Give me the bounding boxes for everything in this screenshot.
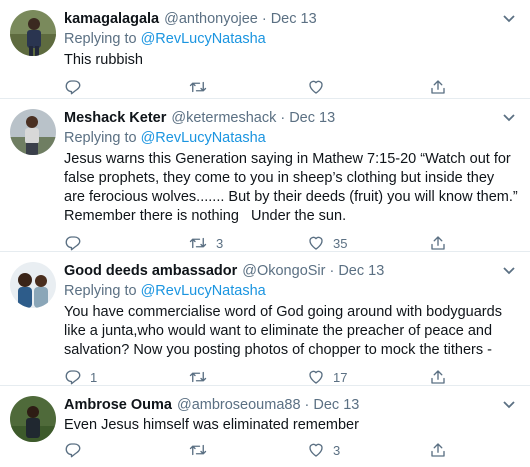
separator: · [280, 110, 286, 126]
heart-icon [307, 78, 325, 96]
share-icon [429, 441, 447, 459]
retweet-button[interactable] [188, 368, 216, 386]
mention-link[interactable]: @RevLucyNatasha [141, 283, 266, 299]
tweet-date[interactable]: Dec 13 [338, 262, 384, 280]
reply-icon [64, 441, 82, 459]
like-count: 17 [333, 369, 348, 385]
separator: · [329, 263, 335, 279]
retweet-count: 3 [216, 235, 224, 251]
tweet-text: Jesus warns this Generation saying in Ma… [64, 151, 522, 224]
retweet-button[interactable] [188, 78, 216, 96]
heart-icon [307, 234, 325, 252]
replying-label: Replying to [64, 130, 141, 146]
heart-icon [307, 441, 325, 459]
share-button[interactable] [429, 441, 447, 459]
display-name[interactable]: Good deeds ambassador [64, 262, 237, 280]
replying-label: Replying to [64, 31, 141, 47]
like-button[interactable] [307, 78, 333, 96]
tweet-date[interactable]: Dec 13 [313, 396, 359, 414]
retweet-icon [188, 78, 208, 96]
tweet-header: Ambrose Ouma @ambroseouma88 · Dec 13 [64, 396, 518, 414]
retweet-icon [188, 441, 208, 459]
separator: · [261, 11, 267, 27]
like-count: 35 [333, 235, 348, 251]
replying-label: Replying to [64, 283, 141, 299]
like-button[interactable]: 17 [307, 368, 347, 386]
display-name[interactable]: Ambrose Ouma [64, 396, 172, 414]
avatar-photo [10, 262, 56, 308]
retweet-button[interactable] [188, 441, 216, 459]
reply-button[interactable] [64, 234, 90, 252]
reply-button[interactable]: 1 [64, 368, 97, 386]
share-button[interactable] [429, 368, 447, 386]
user-handle[interactable]: @anthonyojee [164, 10, 258, 28]
avatar-photo [10, 396, 56, 442]
heart-icon [307, 368, 325, 386]
tweet-header: Meshack Keter @ketermeshack · Dec 13 [64, 109, 518, 127]
share-icon [429, 78, 447, 96]
user-handle[interactable]: @ambroseouma88 [177, 396, 301, 414]
tweet-date[interactable]: Dec 13 [271, 10, 317, 28]
reply-icon [64, 234, 82, 252]
mention-link[interactable]: @RevLucyNatasha [141, 31, 266, 47]
share-icon [429, 234, 447, 252]
chevron-down-icon[interactable] [500, 11, 518, 25]
avatar[interactable] [10, 10, 56, 56]
replying-to: Replying to @RevLucyNatasha [64, 30, 518, 49]
share-button[interactable] [429, 78, 447, 96]
tweet-date[interactable]: Dec 13 [289, 109, 335, 127]
retweet-icon [188, 368, 208, 386]
avatar[interactable] [10, 262, 56, 308]
reply-button[interactable] [64, 441, 90, 459]
tweet-1[interactable]: kamagalagala @anthonyojee · Dec 13 Reply… [0, 0, 530, 99]
replying-to: Replying to @RevLucyNatasha [64, 282, 518, 301]
tweet-text: Even Jesus himself was eliminated rememb… [64, 417, 359, 433]
avatar-photo [10, 109, 56, 155]
tweet-3[interactable]: Good deeds ambassador @OkongoSir · Dec 1… [0, 252, 530, 386]
avatar[interactable] [10, 396, 56, 442]
share-icon [429, 368, 447, 386]
tweet-text: This rubbish [64, 52, 143, 68]
like-button[interactable]: 35 [307, 234, 347, 252]
display-name[interactable]: Meshack Keter [64, 109, 166, 127]
replying-to: Replying to @RevLucyNatasha [64, 129, 518, 148]
tweet-header: kamagalagala @anthonyojee · Dec 13 [64, 10, 518, 28]
tweet-text: You have commercialise word of God going… [64, 304, 506, 358]
tweet-header: Good deeds ambassador @OkongoSir · Dec 1… [64, 262, 518, 280]
tweet-4[interactable]: Ambrose Ouma @ambroseouma88 · Dec 13 Eve… [0, 386, 530, 463]
separator: · [304, 397, 310, 413]
user-handle[interactable]: @ketermeshack [171, 109, 276, 127]
chevron-down-icon[interactable] [500, 263, 518, 277]
like-button[interactable]: 3 [307, 441, 340, 459]
reply-icon [64, 368, 82, 386]
avatar-photo [10, 10, 56, 56]
avatar[interactable] [10, 109, 56, 155]
chevron-down-icon[interactable] [500, 110, 518, 124]
chevron-down-icon[interactable] [500, 397, 518, 411]
reply-icon [64, 78, 82, 96]
share-button[interactable] [429, 234, 447, 252]
reply-count: 1 [90, 369, 98, 385]
tweet-2[interactable]: Meshack Keter @ketermeshack · Dec 13 Rep… [0, 99, 530, 252]
user-handle[interactable]: @OkongoSir [242, 262, 325, 280]
retweet-button[interactable]: 3 [188, 234, 223, 252]
reply-button[interactable] [64, 78, 90, 96]
like-count: 3 [333, 442, 341, 458]
mention-link[interactable]: @RevLucyNatasha [141, 130, 266, 146]
retweet-icon [188, 234, 208, 252]
display-name[interactable]: kamagalagala [64, 10, 159, 28]
